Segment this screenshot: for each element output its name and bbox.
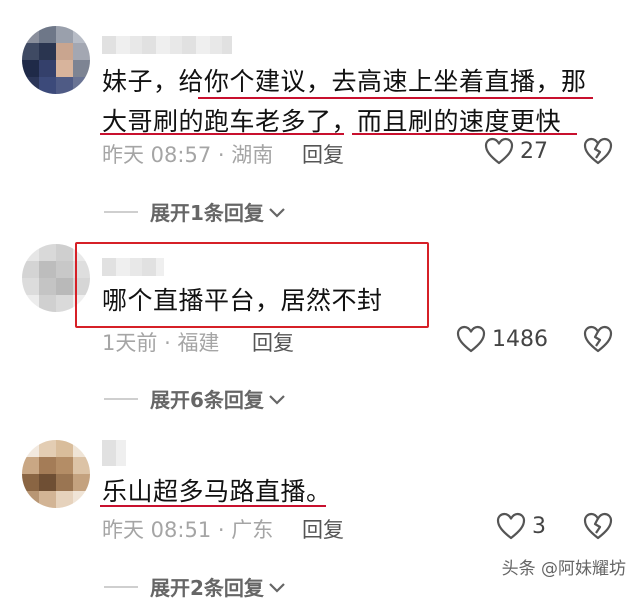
comment-meta: 昨天 08:57 · 湖南: [102, 139, 273, 169]
dislike-button[interactable]: [583, 325, 613, 357]
heart-outline-icon: [496, 512, 526, 540]
comment-time: 昨天 08:57: [102, 143, 212, 167]
comment-time: 昨天 08:51: [102, 518, 212, 542]
avatar[interactable]: [22, 440, 90, 508]
expand-replies-button[interactable]: 展开2条回复: [104, 572, 286, 601]
expand-replies-button[interactable]: 展开1条回复: [104, 197, 286, 226]
reply-button[interactable]: 回复: [302, 514, 344, 544]
comment-text: 妹子，给你个建议，去高速上坐着直播，那 大哥刷的跑车老多了，而且刷的速度更快: [102, 62, 587, 142]
chevron-down-icon: [269, 394, 285, 405]
meta-separator: ·: [217, 143, 225, 167]
comment-meta: 昨天 08:51 · 广东: [102, 514, 273, 544]
comment-time: 1天前: [102, 331, 158, 355]
like-count: 3: [532, 513, 546, 539]
comment-location: 湖南: [231, 143, 274, 167]
expand-replies-label: 展开2条回复: [150, 576, 264, 600]
annotation-underline: [100, 133, 344, 135]
comment-meta: 1天前 · 福建: [102, 327, 219, 357]
divider: [104, 210, 138, 213]
comment-text-line: 大哥刷的跑车老多了，而且刷的速度更快: [102, 107, 562, 136]
like-count: 1486: [492, 326, 548, 352]
broken-heart-icon: [583, 512, 613, 540]
reply-button[interactable]: 回复: [252, 327, 294, 357]
comment-text-line: 妹子，给你个建议，去高速上坐着直播，那: [102, 67, 587, 96]
broken-heart-icon: [583, 325, 613, 353]
annotation-underline: [198, 97, 593, 99]
chevron-down-icon: [269, 582, 285, 593]
username-blurred[interactable]: [102, 440, 126, 466]
comment-location: 广东: [231, 518, 274, 542]
like-button[interactable]: 27: [484, 137, 548, 165]
comment-location: 福建: [177, 331, 220, 355]
dislike-button[interactable]: [583, 512, 613, 544]
dislike-button[interactable]: [583, 137, 613, 169]
heart-outline-icon: [456, 325, 486, 353]
expand-replies-label: 展开6条回复: [150, 388, 264, 412]
divider: [104, 585, 138, 588]
username-blurred[interactable]: [102, 36, 232, 54]
expand-replies-button[interactable]: 展开6条回复: [104, 384, 286, 413]
watermark: 头条 @阿妹耀坊: [501, 559, 626, 579]
expand-replies-label: 展开1条回复: [150, 201, 264, 225]
like-count: 27: [520, 138, 548, 164]
chevron-down-icon: [269, 207, 285, 218]
avatar[interactable]: [22, 26, 90, 94]
annotation-underline: [100, 505, 326, 507]
broken-heart-icon: [583, 137, 613, 165]
annotation-underline: [352, 133, 577, 135]
reply-button[interactable]: 回复: [302, 139, 344, 169]
heart-outline-icon: [484, 137, 514, 165]
like-button[interactable]: 3: [496, 512, 546, 540]
like-button[interactable]: 1486: [456, 325, 548, 353]
annotation-box: [75, 242, 429, 328]
divider: [104, 397, 138, 400]
meta-separator: ·: [217, 518, 225, 542]
meta-separator: ·: [164, 331, 171, 355]
